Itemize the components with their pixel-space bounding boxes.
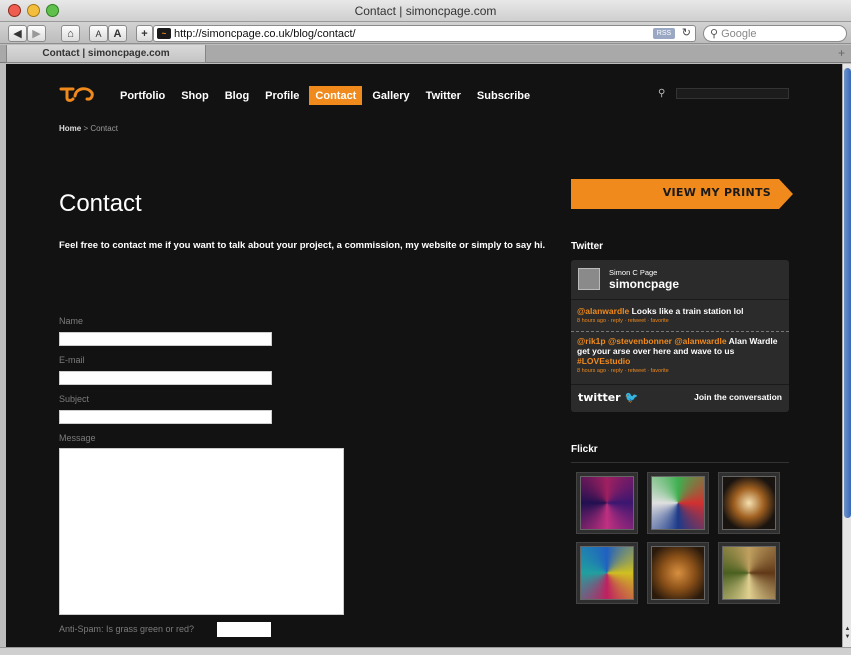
nav-shop[interactable]: Shop: [175, 86, 215, 105]
tab-contact[interactable]: Contact | simoncpage.com: [6, 45, 206, 63]
home-button[interactable]: ⌂: [61, 25, 80, 42]
twitter-heading: Twitter: [571, 241, 604, 252]
address-bar-url: http://simoncpage.co.uk/blog/contact/: [174, 27, 356, 40]
flickr-thumbnail[interactable]: [718, 472, 780, 534]
scrollbar-thumb[interactable]: [844, 68, 851, 518]
back-button[interactable]: ◀: [8, 25, 27, 42]
breadcrumb: Home > Contact: [59, 124, 118, 133]
subject-label: Subject: [59, 394, 90, 404]
tweet-mention[interactable]: @alanwardle: [577, 306, 629, 316]
nav-gallery[interactable]: Gallery: [366, 86, 415, 105]
search-icon: ⚲: [710, 28, 719, 40]
message-label: Message: [59, 433, 96, 443]
window-titlebar: Contact | simoncpage.com: [0, 0, 851, 22]
twitter-profile: Simon C Page simoncpage: [571, 260, 789, 300]
message-textarea[interactable]: [59, 448, 344, 615]
antispam-label: Anti-Spam: Is grass green or red?: [59, 624, 195, 634]
name-field[interactable]: [59, 332, 272, 346]
forward-button[interactable]: ▶: [27, 25, 46, 42]
tweet-divider: [571, 331, 789, 332]
flickr-thumbnail[interactable]: [718, 542, 780, 604]
view-prints-label: VIEW MY PRINTS: [662, 186, 771, 199]
twitter-display-name: Simon C Page: [609, 268, 658, 277]
flickr-heading: Flickr: [571, 444, 598, 455]
breadcrumb-current: Contact: [90, 124, 118, 133]
main-nav: Portfolio Shop Blog Profile Contact Gall…: [114, 86, 540, 105]
tweet-meta[interactable]: 8 hours ago · reply · retweet · favorite: [577, 366, 785, 376]
browser-toolbar: ◀ ▶ ⌂ A A + ~ http://simoncpage.co.uk/bl…: [0, 22, 851, 44]
flickr-image: [580, 476, 634, 530]
tweet-2: @rik1p @stevenbonner @alanwardle Alan Wa…: [577, 336, 785, 376]
twitter-username[interactable]: simoncpage: [609, 277, 679, 291]
web-page: Portfolio Shop Blog Profile Contact Gall…: [6, 64, 842, 647]
site-favicon-icon: ~: [157, 28, 171, 39]
flickr-thumbnail[interactable]: [576, 542, 638, 604]
window-title: Contact | simoncpage.com: [354, 4, 497, 18]
tab-bar: Contact | simoncpage.com +: [0, 45, 851, 63]
twitter-logo[interactable]: twitter 🐦: [578, 391, 638, 404]
flickr-image: [722, 546, 776, 600]
twitter-logo-text: twitter: [578, 391, 621, 404]
flickr-thumbnail[interactable]: [576, 472, 638, 534]
home-icon: ⌂: [67, 27, 74, 40]
nav-portfolio[interactable]: Portfolio: [114, 86, 171, 105]
twitter-bird-icon: 🐦: [624, 391, 639, 404]
nav-blog[interactable]: Blog: [219, 86, 255, 105]
rss-button[interactable]: RSS: [653, 28, 675, 39]
breadcrumb-home[interactable]: Home: [59, 124, 81, 133]
flickr-image: [651, 546, 705, 600]
flickr-image: [722, 476, 776, 530]
page-title: Contact: [59, 190, 142, 217]
scroll-arrows-icon[interactable]: ▲ ▼: [843, 625, 851, 641]
twitter-widget: Simon C Page simoncpage @alanwardle Look…: [571, 260, 789, 412]
flickr-image: [651, 476, 705, 530]
flickr-image: [580, 546, 634, 600]
email-label: E-mail: [59, 355, 85, 365]
status-bar: [0, 647, 851, 655]
text-bigger-button[interactable]: A: [108, 25, 127, 42]
email-field[interactable]: [59, 371, 272, 385]
intro-text: Feel free to contact me if you want to t…: [59, 240, 546, 251]
address-bar[interactable]: ~ http://simoncpage.co.uk/blog/contact/ …: [153, 25, 696, 42]
forward-arrow-icon: ▶: [32, 28, 41, 40]
back-arrow-icon: ◀: [13, 28, 22, 40]
subject-field[interactable]: [59, 410, 272, 424]
tweet-mention[interactable]: @stevenbonner: [606, 336, 672, 346]
text-smaller-button[interactable]: A: [89, 25, 108, 42]
flickr-thumbnail[interactable]: [647, 472, 709, 534]
twitter-footer-divider: [571, 384, 789, 385]
tweet-mention[interactable]: @alanwardle: [672, 336, 726, 346]
nav-subscribe[interactable]: Subscribe: [471, 86, 536, 105]
avatar[interactable]: [578, 268, 600, 290]
site-search-icon: ⚲: [658, 88, 666, 99]
reload-icon[interactable]: ↻: [682, 26, 691, 39]
breadcrumb-separator: >: [81, 124, 91, 133]
antispam-field[interactable]: [217, 622, 271, 637]
flickr-thumbnail[interactable]: [647, 542, 709, 604]
nav-twitter[interactable]: Twitter: [420, 86, 467, 105]
add-bookmark-button[interactable]: +: [136, 25, 153, 42]
search-placeholder: Google: [721, 27, 757, 40]
tweet-meta[interactable]: 8 hours ago · reply · retweet · favorite: [577, 316, 785, 326]
tweet-1: @alanwardle Looks like a train station l…: [577, 306, 785, 326]
nav-contact[interactable]: Contact: [309, 86, 363, 105]
nav-profile[interactable]: Profile: [259, 86, 305, 105]
new-tab-icon[interactable]: +: [838, 46, 845, 60]
tweet-mention[interactable]: @rik1p: [577, 336, 606, 346]
tweet-text: Looks like a train station lol: [629, 306, 744, 316]
browser-search-field[interactable]: ⚲ Google: [703, 25, 847, 42]
join-conversation-link[interactable]: Join the conversation: [694, 392, 782, 402]
flickr-divider: [571, 462, 789, 463]
site-logo-icon[interactable]: [59, 84, 95, 102]
tweet-hashtag[interactable]: #LOVEstudio: [577, 356, 630, 366]
name-label: Name: [59, 316, 84, 326]
site-search-input[interactable]: [676, 88, 789, 99]
vertical-scrollbar[interactable]: ▲ ▼: [842, 64, 851, 647]
